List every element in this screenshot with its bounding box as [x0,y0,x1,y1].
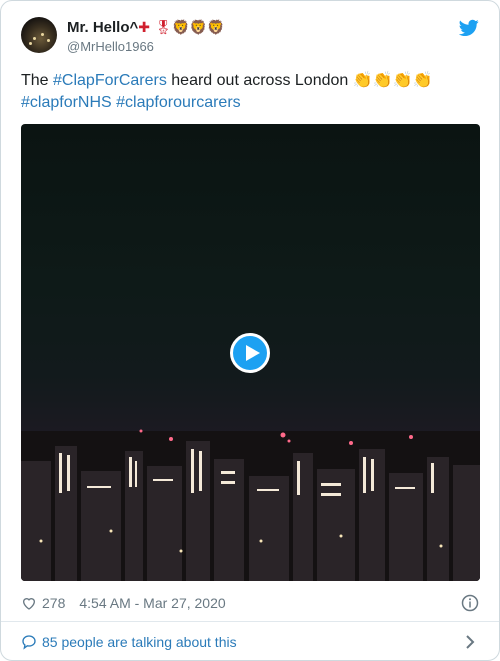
conversation-text[interactable]: 85 people are talking about this [42,634,237,650]
conversation-link[interactable]: 85 people are talking about this [21,631,479,653]
tweet-card[interactable]: Mr. Hello^✚ 🎖🦁🦁🦁 @MrHello1966 The #ClapF… [0,0,500,661]
user-handle[interactable]: @MrHello1966 [67,39,225,54]
author-names[interactable]: Mr. Hello^✚ 🎖🦁🦁🦁 @MrHello1966 [67,19,225,54]
divider [1,621,499,622]
hashtag-clapforourcarers[interactable]: #clapforourcarers [116,94,241,111]
text-prefix: The [21,72,54,89]
tweet-meta: 278 4:54 AM - Mar 27, 2020 [21,593,479,613]
chevron-right-icon[interactable] [465,634,475,650]
avatar[interactable] [21,17,57,53]
video-player[interactable] [21,124,480,581]
hashtag-clapfornhs[interactable]: #clapforNHS [21,94,112,111]
twitter-bird-icon[interactable] [459,19,479,37]
tweet-header: Mr. Hello^✚ 🎖🦁🦁🦁 @MrHello1966 [21,17,479,57]
night-city-video-frame [21,429,480,581]
timestamp[interactable]: 4:54 AM - Mar 27, 2020 [79,595,225,611]
play-icon[interactable] [230,333,270,373]
like-count[interactable]: 278 [42,595,65,611]
heart-icon[interactable] [21,595,37,611]
name-emojis: ✚ 🎖🦁🦁🦁 [138,20,225,36]
text-middle: heard out across London [166,72,353,89]
hashtag-clapforcarers[interactable]: #ClapForCarers [53,72,167,89]
display-name[interactable]: Mr. Hello^✚ 🎖🦁🦁🦁 [67,19,225,36]
info-icon[interactable] [461,594,479,612]
tweet-text: The #ClapForCarers heard out across Lond… [21,69,481,114]
display-name-text: Mr. Hello^ [67,19,139,36]
clapping-hands-emojis: 👏👏👏👏 [352,70,433,89]
speech-bubble-icon [22,635,36,650]
